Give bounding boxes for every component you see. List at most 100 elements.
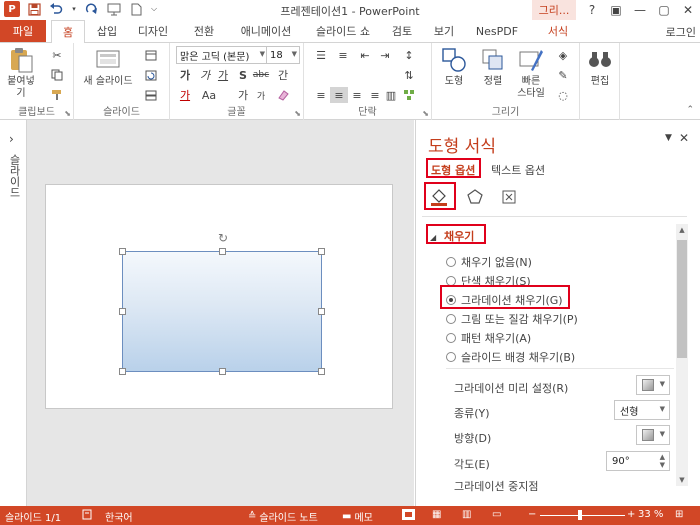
resize-handle[interactable] [119, 308, 126, 315]
italic-button[interactable]: 가 [196, 67, 214, 83]
resize-handle[interactable] [119, 368, 126, 375]
font-color-button[interactable]: 가 [176, 87, 194, 103]
tab-format[interactable]: 서식 [538, 20, 578, 42]
customize-qat-icon[interactable]: ⌵ [150, 1, 158, 17]
radio-no-fill[interactable]: 채우기 없음(N) [446, 254, 532, 270]
tab-slideshow[interactable]: 슬라이드 쇼 [308, 20, 378, 42]
login-link[interactable]: 로그인 [666, 24, 696, 40]
zoom-out-icon[interactable]: − [528, 509, 536, 520]
copy-icon[interactable] [48, 67, 66, 83]
help-button[interactable]: ? [580, 0, 604, 20]
slide-sorter-icon[interactable]: ▦ [432, 509, 441, 520]
zoom-in-icon[interactable]: + [627, 509, 635, 520]
spin-up-icon[interactable]: ▲ [660, 453, 665, 461]
paragraph-dialog-launcher-icon[interactable]: ⬊ [422, 109, 429, 118]
redo-icon[interactable] [84, 1, 100, 17]
zoom-level[interactable]: 33 % [638, 509, 663, 520]
underline-button[interactable]: 가 [214, 67, 232, 83]
pane-options-dropdown-icon[interactable]: ▼ [665, 133, 672, 143]
new-slide-button[interactable]: 새 슬라이드 [82, 46, 134, 88]
shapes-button[interactable]: 도형 [436, 46, 472, 88]
language-status[interactable]: 한국어 [105, 509, 133, 524]
slideshow-from-start-icon[interactable] [106, 1, 122, 17]
align-left-icon[interactable]: ≡ [312, 87, 330, 103]
text-shadow-button[interactable]: S [234, 67, 252, 83]
editing-button[interactable]: 편집 [584, 46, 616, 88]
gradient-angle-spinner[interactable]: 90° ▲ ▼ [606, 451, 670, 471]
zoom-slider[interactable] [540, 515, 625, 516]
radio-slide-background-fill[interactable]: 슬라이드 배경 채우기(B) [446, 349, 575, 365]
character-spacing-button[interactable]: 간 [274, 67, 292, 83]
shape-outline-icon[interactable]: ✎ [554, 67, 572, 83]
tab-design[interactable]: 디자인 [130, 20, 176, 42]
gradient-type-dropdown[interactable]: 선형 ▼ [614, 400, 670, 420]
resize-handle[interactable] [219, 368, 226, 375]
tab-transitions[interactable]: 전환 [186, 20, 222, 42]
tab-file[interactable]: 파일 [0, 20, 46, 42]
rotate-handle-icon[interactable]: ↻ [218, 232, 230, 244]
gradient-direction-dropdown[interactable]: ▼ [636, 425, 670, 445]
scroll-thumb[interactable] [677, 240, 687, 358]
effects-pentagon-icon[interactable] [464, 186, 486, 208]
smartart-icon[interactable] [400, 87, 418, 103]
tab-review[interactable]: 검토 [386, 20, 418, 42]
resize-handle[interactable] [219, 248, 226, 255]
numbering-icon[interactable]: ≡ [334, 47, 352, 63]
preset-gradients-dropdown[interactable]: ▼ [636, 375, 670, 395]
clipboard-dialog-launcher-icon[interactable]: ⬊ [64, 109, 71, 118]
expand-thumbnails-icon[interactable]: › [9, 132, 14, 146]
undo-dropdown-icon[interactable]: ▾ [70, 1, 78, 17]
decrease-indent-icon[interactable]: ⇤ [356, 47, 374, 63]
format-painter-icon[interactable] [48, 87, 66, 103]
maximize-button[interactable]: ▢ [652, 0, 676, 20]
line-spacing-icon[interactable]: ↕ [400, 47, 418, 63]
spin-down-icon[interactable]: ▼ [660, 461, 665, 469]
reset-slide-icon[interactable] [142, 67, 160, 83]
selected-rectangle-shape[interactable]: ↻ [119, 232, 325, 375]
tab-view[interactable]: 보기 [428, 20, 460, 42]
clear-formatting-icon[interactable] [274, 87, 292, 103]
slide-count-status[interactable]: 슬라이드 1/1 [5, 509, 61, 524]
columns-icon[interactable]: ▥ [382, 87, 400, 103]
ribbon-display-options-button[interactable]: ▣ [604, 0, 628, 20]
tab-insert[interactable]: 삽입 [90, 20, 124, 42]
slideshow-view-icon[interactable]: ▭ [492, 509, 501, 520]
tab-animations[interactable]: 애니메이션 [234, 20, 298, 42]
size-properties-icon[interactable] [498, 186, 520, 208]
radio-pattern-fill[interactable]: 패턴 채우기(A) [446, 330, 531, 346]
bold-button[interactable]: 가 [176, 67, 194, 83]
text-direction-icon[interactable]: ⇅ [400, 67, 418, 83]
align-right-icon[interactable]: ≡ [348, 87, 366, 103]
save-icon[interactable] [26, 1, 42, 17]
font-dialog-launcher-icon[interactable]: ⬊ [294, 109, 301, 118]
resize-handle[interactable] [318, 368, 325, 375]
font-size-combo[interactable]: 18 ▼ [266, 46, 300, 64]
close-button[interactable]: ✕ [676, 0, 700, 20]
grow-font-button[interactable]: 가 [234, 87, 252, 103]
shrink-font-button[interactable]: 가 [252, 87, 270, 103]
pane-scrollbar[interactable]: ▲ ▼ [676, 224, 688, 486]
paste-button[interactable]: 붙여넣기 [4, 46, 38, 100]
radio-picture-fill[interactable]: 그림 또는 질감 채우기(P) [446, 311, 578, 327]
resize-handle[interactable] [318, 248, 325, 255]
arrange-button[interactable]: 정렬 [476, 46, 510, 88]
shape-effects-icon[interactable]: ◌ [554, 87, 572, 103]
undo-icon[interactable] [48, 1, 64, 17]
resize-handle[interactable] [119, 248, 126, 255]
new-document-icon[interactable] [128, 1, 144, 17]
reading-view-icon[interactable]: ▥ [462, 509, 471, 520]
change-case-button[interactable]: Aa [200, 87, 218, 103]
resize-handle[interactable] [318, 308, 325, 315]
shape-fill-icon[interactable]: ◈ [554, 47, 572, 63]
font-name-combo[interactable]: 맑은 고딕 (본문) ▼ [176, 46, 268, 64]
tab-nespdf[interactable]: NesPDF [472, 20, 522, 42]
normal-view-icon[interactable] [402, 509, 415, 520]
quick-styles-button[interactable]: 빠른 스타일 [512, 46, 550, 100]
bullets-icon[interactable]: ☰ [312, 47, 330, 63]
align-center-icon[interactable]: ≡ [330, 87, 348, 103]
slide-canvas[interactable]: ↻ [45, 184, 393, 409]
pane-close-icon[interactable]: ✕ [679, 131, 689, 145]
collapse-ribbon-icon[interactable]: ⌃ [686, 105, 694, 115]
cut-icon[interactable]: ✂ [48, 47, 66, 63]
layout-icon[interactable] [142, 47, 160, 63]
